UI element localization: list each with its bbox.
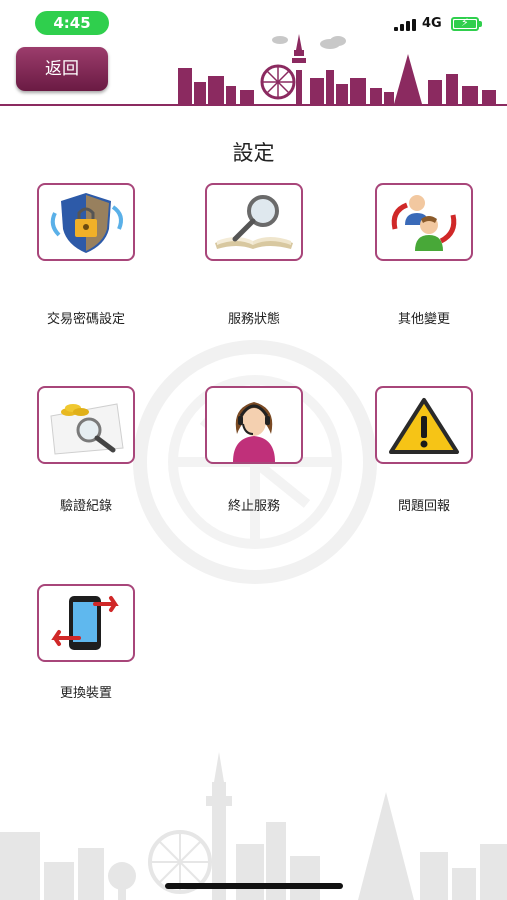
menu-label-service-status: 服務狀態: [227, 312, 280, 327]
menu-label-other-changes: 其他變更: [397, 312, 450, 327]
menu-label-change-device: 更換裝置: [59, 686, 112, 701]
menu-tile-terminate-service[interactable]: [205, 386, 303, 464]
network-type: 4G: [422, 16, 442, 31]
menu-label-transaction-password: 交易密碼設定: [46, 312, 125, 327]
status-time: 4:45: [35, 11, 109, 35]
lock-shield-icon: [50, 193, 123, 253]
menu-label-terminate-service: 終止服務: [227, 499, 280, 514]
page-title: 設定: [232, 141, 275, 165]
city-skyline-watermark-icon: [0, 752, 507, 900]
people-exchange-icon: [391, 195, 457, 251]
header-divider: [0, 104, 507, 106]
back-button[interactable]: 返回: [16, 47, 108, 91]
coins-magnifier-icon: [50, 403, 124, 455]
phone-swap-icon: [51, 596, 119, 650]
warning-icon: [389, 398, 459, 454]
magnifier-book-icon: [215, 195, 293, 249]
menu-label-report-issue: 問題回報: [397, 499, 450, 514]
menu-tile-service-status[interactable]: [205, 183, 303, 261]
menu-tile-change-device[interactable]: [37, 584, 135, 662]
battery-icon: ⚡: [451, 16, 479, 31]
menu-tile-report-issue[interactable]: [375, 386, 473, 464]
menu-label-verification-records: 驗證紀錄: [59, 499, 112, 514]
home-indicator[interactable]: [165, 883, 343, 889]
headset-agent-icon: [233, 402, 275, 462]
menu-tile-transaction-password[interactable]: [37, 183, 135, 261]
city-skyline-header-icon: [178, 34, 496, 104]
menu-tile-other-changes[interactable]: [375, 183, 473, 261]
battery-tip: [479, 21, 482, 27]
menu-tile-verification-records[interactable]: [37, 386, 135, 464]
